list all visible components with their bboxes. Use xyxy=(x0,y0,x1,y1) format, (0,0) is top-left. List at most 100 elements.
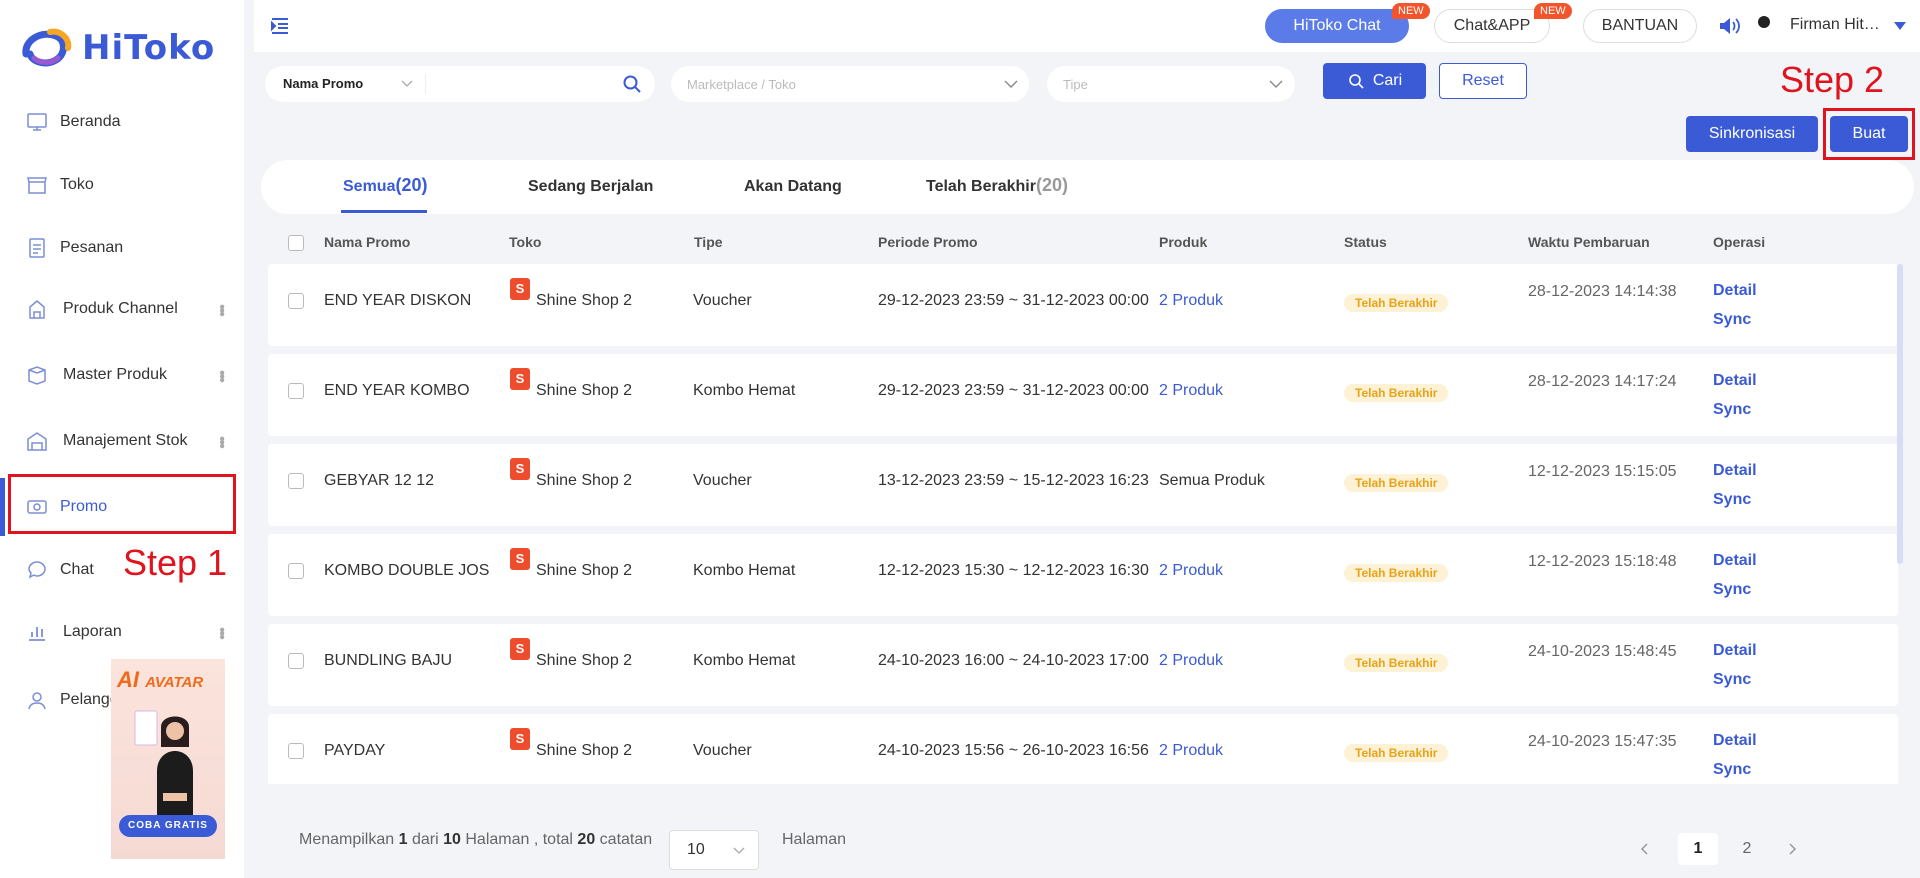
chevron-left-icon xyxy=(1640,843,1648,855)
page-button[interactable]: 1 xyxy=(1678,833,1718,865)
tipe-placeholder: Tipe xyxy=(1063,77,1088,92)
prev-page-button[interactable] xyxy=(1629,833,1661,865)
detail-link[interactable]: Detail xyxy=(1713,282,1757,300)
column-header: Produk xyxy=(1159,234,1208,250)
promo-field-select[interactable]: Nama Promo xyxy=(283,76,363,91)
page-size-value: 10 xyxy=(687,841,705,858)
product-link[interactable]: 2 Produk xyxy=(1159,652,1223,670)
row-checkbox[interactable] xyxy=(288,743,304,759)
next-page-button[interactable] xyxy=(1776,833,1808,865)
monitor-icon xyxy=(27,113,47,131)
row-checkbox[interactable] xyxy=(288,293,304,309)
store-icon xyxy=(27,177,47,194)
try-free-button[interactable]: COBA GRATIS xyxy=(119,815,217,837)
page-size-select[interactable]: 10 xyxy=(669,830,759,870)
promo-period: 12-12-2023 15:30 ~ 12-12-2023 16:30 xyxy=(878,562,1149,579)
sidebar-item-beranda[interactable]: Beranda xyxy=(8,93,236,151)
bantuan-button[interactable]: BANTUAN xyxy=(1583,9,1697,43)
chat-app-button[interactable]: Chat&APP xyxy=(1434,9,1550,43)
menu-collapse-icon[interactable] xyxy=(270,17,290,35)
page-button[interactable]: 2 xyxy=(1727,833,1767,865)
sync-link[interactable]: Sync xyxy=(1713,491,1751,509)
status-badge: Telah Berakhir xyxy=(1344,384,1449,402)
shopee-icon: S xyxy=(510,458,530,480)
detail-link[interactable]: Detail xyxy=(1713,732,1757,750)
sync-link[interactable]: Sync xyxy=(1713,311,1751,329)
caret-down-icon[interactable] xyxy=(1894,22,1906,30)
promo-name: BUNDLING BAJU xyxy=(324,652,453,669)
row-checkbox[interactable] xyxy=(288,563,304,579)
detail-link[interactable]: Detail xyxy=(1713,642,1757,660)
chevron-down-icon xyxy=(1269,80,1283,88)
promo-type: Voucher xyxy=(693,472,752,489)
new-badge: NEW xyxy=(1534,3,1572,19)
table-row: PAYDAY S Shine Shop 2 Voucher 24-10-2023 15:… xyxy=(268,714,1898,784)
sync-link[interactable]: Sync xyxy=(1713,671,1751,689)
shop-name: Shine Shop 2 xyxy=(536,742,633,759)
hitoko-chat-button[interactable]: HiToko Chat xyxy=(1265,9,1409,43)
sync-link[interactable]: Sync xyxy=(1713,581,1751,599)
tipe-select[interactable]: Tipe xyxy=(1047,66,1295,102)
table-row: END YEAR KOMBO S Shine Shop 2 Kombo Hemat 29… xyxy=(268,354,1898,436)
sidebar-item-toko[interactable]: Toko xyxy=(8,156,236,214)
avatar[interactable] xyxy=(1758,16,1770,28)
promo-name: GEBYAR 12 12 xyxy=(324,472,434,489)
chevron-down-icon[interactable] xyxy=(401,80,413,88)
speaker-icon[interactable] xyxy=(1718,16,1742,36)
select-all-checkbox[interactable] xyxy=(288,235,304,251)
product-link[interactable]: 2 Produk xyxy=(1159,562,1223,580)
promo-search-input[interactable] xyxy=(430,72,610,96)
shop-name: Shine Shop 2 xyxy=(536,382,633,399)
search-button[interactable]: Cari xyxy=(1323,63,1426,99)
column-header: Nama Promo xyxy=(324,234,411,250)
search-icon[interactable] xyxy=(622,74,642,94)
updated-time: 24-10-2023 15:47:35 xyxy=(1528,733,1677,750)
promo-type: Kombo Hemat xyxy=(693,562,796,579)
tab-telah-berakhir[interactable]: Telah Berakhir(20) xyxy=(926,175,1068,196)
column-header: Status xyxy=(1344,234,1387,250)
row-checkbox[interactable] xyxy=(288,383,304,399)
product-link[interactable]: 2 Produk xyxy=(1159,292,1223,310)
promo-search-group: Nama Promo xyxy=(265,66,655,102)
sync-all-button[interactable]: Sinkronisasi xyxy=(1686,116,1818,152)
app-logo[interactable]: HiToko xyxy=(20,28,215,68)
table-scrollbar[interactable] xyxy=(1897,264,1903,564)
promo-period: 29-12-2023 23:59 ~ 31-12-2023 00:00 xyxy=(878,292,1149,309)
user-name[interactable]: Firman Hit… xyxy=(1790,16,1880,34)
promo-type: Kombo Hemat xyxy=(693,652,796,669)
tab-semua[interactable]: Semua(20) xyxy=(343,175,427,196)
table-row: BUNDLING BAJU S Shine Shop 2 Kombo Hemat 24-… xyxy=(268,624,1898,706)
status-badge: Telah Berakhir xyxy=(1344,294,1449,312)
tab-sedang-berjalan[interactable]: Sedang Berjalan xyxy=(528,175,653,196)
marketplace-select[interactable]: Marketplace / Toko xyxy=(671,66,1029,102)
promo-tabs: Semua(20) Sedang Berjalan Akan Datang Te… xyxy=(261,160,1914,214)
sync-link[interactable]: Sync xyxy=(1713,761,1751,779)
chevron-down-icon xyxy=(1004,80,1018,88)
table-row: GEBYAR 12 12 S Shine Shop 2 Voucher 13-12-20… xyxy=(268,444,1898,526)
new-badge: NEW xyxy=(1392,3,1430,19)
reset-button[interactable]: Reset xyxy=(1439,63,1527,99)
shopee-icon: S xyxy=(510,638,530,660)
product-link[interactable]: 2 Produk xyxy=(1159,382,1223,400)
detail-link[interactable]: Detail xyxy=(1713,462,1757,480)
app-name: HiToko xyxy=(82,28,216,68)
detail-link[interactable]: Detail xyxy=(1713,372,1757,390)
status-badge: Telah Berakhir xyxy=(1344,564,1449,582)
row-checkbox[interactable] xyxy=(288,473,304,489)
tab-akan-datang[interactable]: Akan Datang xyxy=(744,175,842,196)
table-row: END YEAR DISKON S Shine Shop 2 Voucher 29-12… xyxy=(268,264,1898,346)
promo-name: END YEAR KOMBO xyxy=(324,382,470,399)
search-icon xyxy=(1349,74,1364,89)
shopee-icon: S xyxy=(510,278,530,300)
promo-name: KOMBO DOUBLE JOS xyxy=(324,562,490,579)
sync-link[interactable]: Sync xyxy=(1713,401,1751,419)
detail-link[interactable]: Detail xyxy=(1713,552,1757,570)
product-link[interactable]: 2 Produk xyxy=(1159,742,1223,760)
step2-label: Step 2 xyxy=(1780,59,1885,100)
active-tab-underline xyxy=(341,210,427,213)
search-button-label: Cari xyxy=(1372,72,1403,89)
logo-icon xyxy=(22,28,72,67)
shop-name: Shine Shop 2 xyxy=(536,652,633,669)
marketplace-placeholder: Marketplace / Toko xyxy=(687,77,796,92)
row-checkbox[interactable] xyxy=(288,653,304,669)
